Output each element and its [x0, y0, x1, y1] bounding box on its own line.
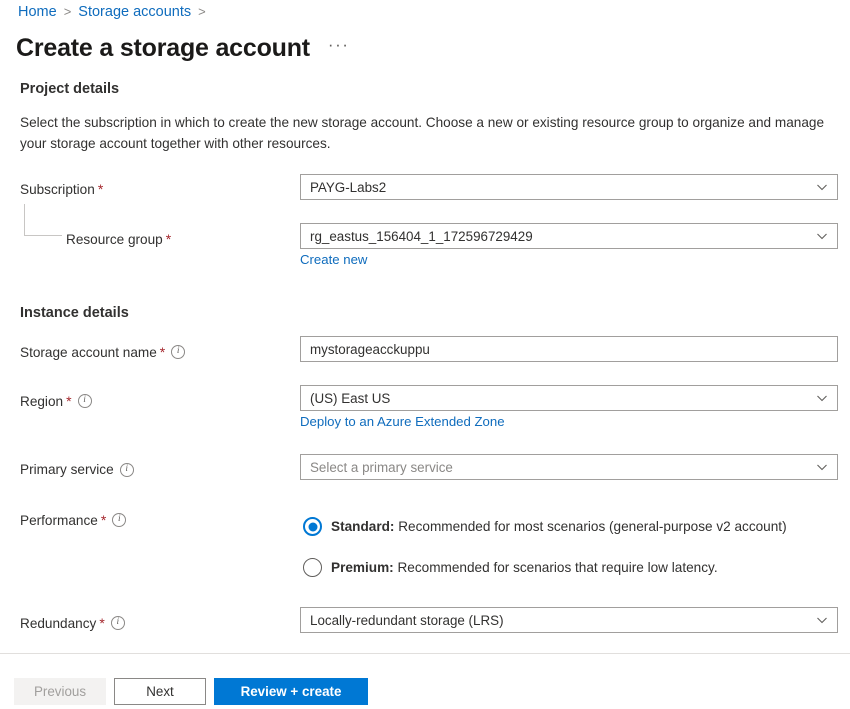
performance-premium-title: Premium: [331, 560, 394, 575]
info-icon[interactable]: i [119, 462, 134, 477]
storage-account-name-value: mystorageacckuppu [310, 341, 430, 357]
breadcrumb-separator-icon: > [63, 4, 72, 19]
performance-option-standard[interactable]: Standard: Recommended for most scenarios… [303, 517, 787, 536]
radio-premium-icon[interactable] [303, 558, 322, 577]
redundancy-label: Redundancy * i [20, 615, 125, 631]
chevron-down-icon [816, 181, 828, 193]
previous-button[interactable]: Previous [14, 678, 106, 705]
resource-group-label: Resource group * [66, 231, 172, 247]
project-details-description: Select the subscription in which to crea… [20, 115, 825, 151]
next-button[interactable]: Next [114, 678, 206, 705]
primary-service-label: Primary service i [20, 462, 134, 477]
create-new-resource-group-link[interactable]: Create new [300, 252, 367, 267]
region-label: Region * i [20, 393, 92, 409]
resource-group-dropdown[interactable]: rg_eastus_156404_1_172596729429 [300, 223, 838, 249]
storage-account-name-label: Storage account name * i [20, 344, 186, 360]
region-value: (US) East US [310, 390, 391, 406]
chevron-down-icon [816, 392, 828, 404]
title-row: Create a storage account ··· [16, 32, 349, 64]
subscription-value: PAYG-Labs2 [310, 179, 387, 195]
project-details-heading: Project details [20, 81, 120, 97]
performance-option-premium[interactable]: Premium: Recommended for scenarios that … [303, 558, 718, 577]
info-icon[interactable]: i [77, 394, 92, 408]
review-create-button[interactable]: Review + create [214, 678, 368, 705]
footer-divider [0, 653, 850, 654]
breadcrumb-separator-trailing-icon: > [198, 4, 206, 19]
redundancy-value: Locally-redundant storage (LRS) [310, 612, 504, 628]
performance-label: Performance * i [20, 512, 127, 528]
redundancy-dropdown[interactable]: Locally-redundant storage (LRS) [300, 607, 838, 633]
region-dropdown[interactable]: (US) East US [300, 385, 838, 411]
info-icon[interactable]: i [171, 345, 186, 359]
primary-service-value: Select a primary service [310, 459, 453, 475]
resource-group-value: rg_eastus_156404_1_172596729429 [310, 228, 533, 244]
deploy-extended-zone-link[interactable]: Deploy to an Azure Extended Zone [300, 414, 505, 429]
footer-actions: Previous Next Review + create [14, 678, 368, 705]
info-icon[interactable]: i [112, 513, 127, 527]
instance-details-heading: Instance details [20, 305, 129, 321]
chevron-down-icon [816, 230, 828, 242]
radio-standard-icon[interactable] [303, 517, 322, 536]
breadcrumb: Home > Storage accounts > [18, 3, 213, 21]
info-icon[interactable]: i [110, 616, 125, 630]
performance-standard-description: Recommended for most scenarios (general-… [394, 519, 787, 534]
performance-standard-title: Standard: [331, 519, 395, 534]
storage-account-name-input[interactable]: mystorageacckuppu [300, 336, 838, 362]
subscription-label: Subscription * [20, 181, 104, 197]
page-title: Create a storage account [16, 34, 310, 62]
subscription-dropdown[interactable]: PAYG-Labs2 [300, 174, 838, 200]
chevron-down-icon [816, 461, 828, 473]
breadcrumb-item-home[interactable]: Home [18, 3, 57, 21]
resource-group-tree-connector [24, 204, 62, 236]
primary-service-dropdown[interactable]: Select a primary service [300, 454, 838, 480]
breadcrumb-item-storage-accounts[interactable]: Storage accounts [78, 3, 191, 21]
performance-premium-description: Recommended for scenarios that require l… [393, 560, 718, 575]
more-options-icon[interactable]: ··· [328, 36, 349, 57]
chevron-down-icon [816, 614, 828, 626]
